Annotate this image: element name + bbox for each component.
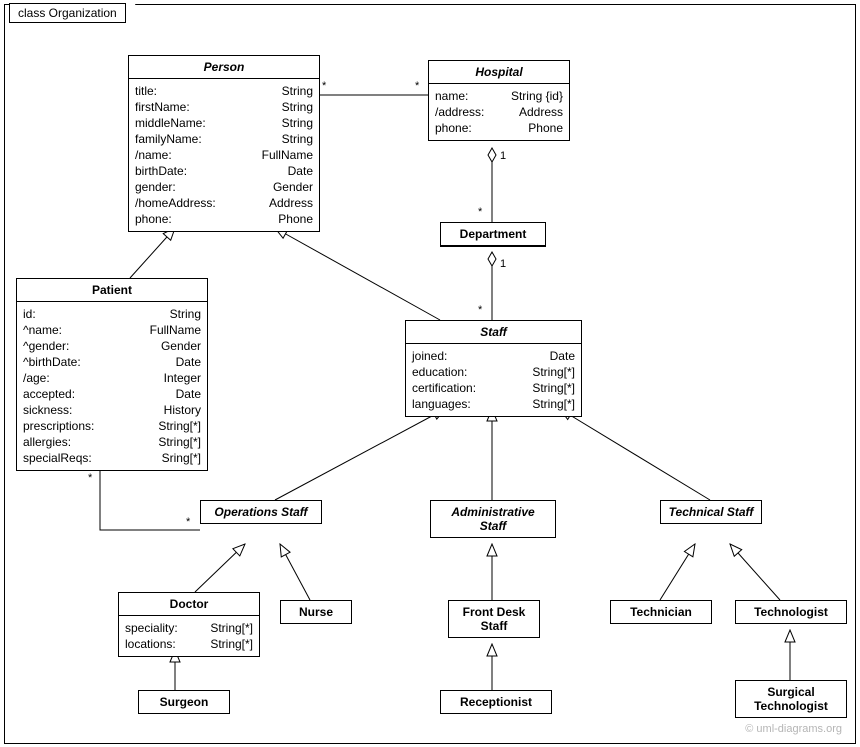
class-title: Front Desk Staff bbox=[449, 601, 539, 637]
class-nurse: Nurse bbox=[280, 600, 352, 624]
mult-star: * bbox=[186, 516, 190, 528]
attribute-row: ^name:FullName bbox=[23, 322, 201, 338]
attribute-row: prescriptions:String[*] bbox=[23, 418, 201, 434]
attribute-row: education:String[*] bbox=[412, 364, 575, 380]
attribute-row: ^birthDate:Date bbox=[23, 354, 201, 370]
attribute-row: languages:String[*] bbox=[412, 396, 575, 412]
class-doctor: Doctor speciality:String[*]locations:Str… bbox=[118, 592, 260, 657]
mult-star: * bbox=[415, 80, 419, 92]
class-title: Technologist bbox=[736, 601, 846, 623]
class-technician: Technician bbox=[610, 600, 712, 624]
attribute-row: birthDate:Date bbox=[135, 163, 313, 179]
attribute-row: /homeAddress:Address bbox=[135, 195, 313, 211]
attribute-row: joined:Date bbox=[412, 348, 575, 364]
attribute-row: sickness:History bbox=[23, 402, 201, 418]
attribute-row: /address:Address bbox=[435, 104, 563, 120]
attribute-row: phone:Phone bbox=[135, 211, 313, 227]
attribute-row: firstName:String bbox=[135, 99, 313, 115]
class-title: Hospital bbox=[429, 61, 569, 84]
class-hospital: Hospital name:String {id}/address:Addres… bbox=[428, 60, 570, 141]
class-technical-staff: Technical Staff bbox=[660, 500, 762, 524]
class-surgical-technologist: Surgical Technologist bbox=[735, 680, 847, 718]
attribute-row: locations:String[*] bbox=[125, 636, 253, 652]
class-operations-staff: Operations Staff bbox=[200, 500, 322, 524]
attribute-row: phone:Phone bbox=[435, 120, 563, 136]
attribute-row: /age:Integer bbox=[23, 370, 201, 386]
mult-star: * bbox=[478, 304, 482, 316]
attribute-row: middleName:String bbox=[135, 115, 313, 131]
attribute-row: familyName:String bbox=[135, 131, 313, 147]
mult-star: * bbox=[322, 80, 326, 92]
mult-one: 1 bbox=[500, 150, 506, 162]
class-title: Staff bbox=[406, 321, 581, 344]
class-title: Surgeon bbox=[139, 691, 229, 713]
attribute-row: certification:String[*] bbox=[412, 380, 575, 396]
class-surgeon: Surgeon bbox=[138, 690, 230, 714]
attribute-row: /name:FullName bbox=[135, 147, 313, 163]
attribute-row: title:String bbox=[135, 83, 313, 99]
attribute-row: gender:Gender bbox=[135, 179, 313, 195]
class-title: Technician bbox=[611, 601, 711, 623]
class-person: Person title:StringfirstName:Stringmiddl… bbox=[128, 55, 320, 232]
class-title: Technical Staff bbox=[661, 501, 761, 523]
mult-one: 1 bbox=[500, 258, 506, 270]
class-title: Nurse bbox=[281, 601, 351, 623]
attribute-row: id:String bbox=[23, 306, 201, 322]
class-title: Receptionist bbox=[441, 691, 551, 713]
attribute-row: name:String {id} bbox=[435, 88, 563, 104]
class-title: Person bbox=[129, 56, 319, 79]
class-title: Operations Staff bbox=[201, 501, 321, 523]
class-title: Department bbox=[441, 223, 545, 246]
class-title: Surgical Technologist bbox=[736, 681, 846, 717]
class-staff: Staff joined:Dateeducation:String[*]cert… bbox=[405, 320, 582, 417]
attribute-row: speciality:String[*] bbox=[125, 620, 253, 636]
class-patient: Patient id:String^name:FullName^gender:G… bbox=[16, 278, 208, 471]
watermark: © uml-diagrams.org bbox=[745, 723, 842, 735]
class-title: Patient bbox=[17, 279, 207, 302]
class-department: Department bbox=[440, 222, 546, 247]
attribute-row: accepted:Date bbox=[23, 386, 201, 402]
diagram-canvas: class Organization bbox=[0, 0, 860, 747]
attribute-row: specialReqs:Sring[*] bbox=[23, 450, 201, 466]
class-front-desk-staff: Front Desk Staff bbox=[448, 600, 540, 638]
class-technologist: Technologist bbox=[735, 600, 847, 624]
attribute-row: ^gender:Gender bbox=[23, 338, 201, 354]
attribute-row: allergies:String[*] bbox=[23, 434, 201, 450]
frame-title: class Organization bbox=[9, 3, 126, 23]
class-title: Administrative Staff bbox=[431, 501, 555, 537]
class-administrative-staff: Administrative Staff bbox=[430, 500, 556, 538]
mult-star: * bbox=[478, 206, 482, 218]
class-receptionist: Receptionist bbox=[440, 690, 552, 714]
class-title: Doctor bbox=[119, 593, 259, 616]
mult-star: * bbox=[88, 472, 92, 484]
